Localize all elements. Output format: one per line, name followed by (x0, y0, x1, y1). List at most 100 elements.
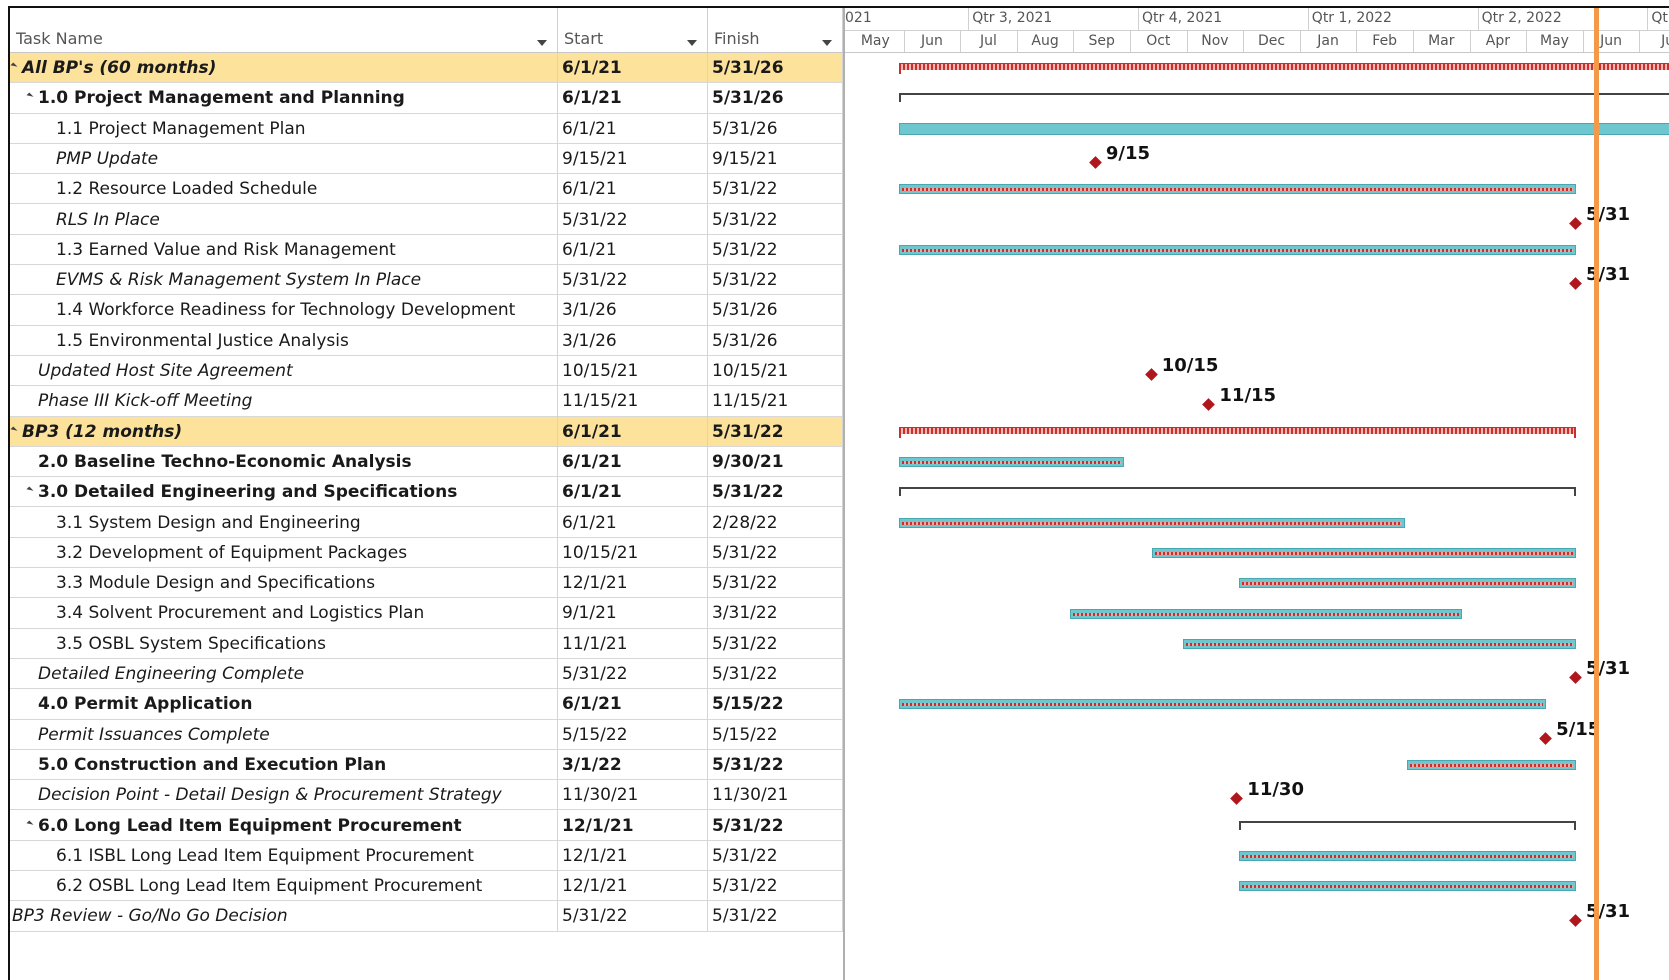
task-name-cell[interactable]: PMP Update (10, 143, 558, 175)
collapse-triangle-icon[interactable] (10, 426, 18, 434)
task-finish-cell[interactable]: 5/31/26 (708, 295, 843, 327)
task-start-cell[interactable]: 3/1/26 (558, 295, 708, 327)
collapse-triangle-icon[interactable] (26, 819, 34, 828)
milestone-diamond[interactable] (1144, 368, 1158, 382)
task-name-cell[interactable]: Permit Issuances Complete (10, 719, 558, 751)
task-name-cell[interactable]: 3.4 Solvent Procurement and Logistics Pl… (10, 598, 558, 630)
task-row[interactable]: 1.0 Project Management and Planning 6/1/2… (10, 83, 843, 115)
task-row[interactable]: Phase III Kick-off Meeting 11/15/21 11/15/… (10, 386, 843, 418)
summary-bar[interactable] (898, 63, 1669, 71)
task-row[interactable]: 1.5 Environmental Justice Analysis 3/1/26… (10, 325, 843, 357)
task-name-cell[interactable]: 3.1 System Design and Engineering (10, 507, 558, 539)
task-bar[interactable] (898, 457, 1124, 468)
task-row[interactable]: 5.0 Construction and Execution Plan 3/1/2… (10, 749, 843, 781)
column-header-finish[interactable]: Finish (708, 8, 843, 52)
task-finish-cell[interactable]: 5/15/22 (708, 689, 843, 721)
task-start-cell[interactable]: 12/1/21 (558, 810, 708, 842)
summary-task-bracket[interactable] (898, 93, 1669, 103)
task-row[interactable]: 3.0 Detailed Engineering and Specificati… (10, 477, 843, 509)
task-name-cell[interactable]: Detailed Engineering Complete (10, 659, 558, 690)
task-row[interactable]: 6.0 Long Lead Item Equipment Procurement… (10, 810, 843, 842)
task-name-cell[interactable]: 6.2 OSBL Long Lead Item Equipment Procur… (10, 871, 558, 903)
summary-bar[interactable] (898, 426, 1576, 434)
task-row[interactable]: 4.0 Permit Application 6/1/21 5/15/22 (10, 689, 843, 721)
task-start-cell[interactable]: 10/15/21 (558, 537, 708, 569)
task-name-cell[interactable]: 6.0 Long Lead Item Equipment Procurement (10, 810, 558, 842)
task-finish-cell[interactable]: 5/31/22 (708, 174, 843, 206)
task-row[interactable]: 3.4 Solvent Procurement and Logistics Pl… (10, 598, 843, 630)
task-finish-cell[interactable]: 5/31/22 (708, 568, 843, 600)
task-start-cell[interactable]: 3/1/26 (558, 325, 708, 357)
task-finish-cell[interactable]: 5/31/22 (708, 749, 843, 781)
filter-dropdown-icon[interactable] (822, 40, 832, 46)
task-start-cell[interactable]: 10/15/21 (558, 356, 708, 387)
column-header-task-name[interactable]: Task Name (10, 8, 558, 52)
task-finish-cell[interactable]: 5/31/26 (708, 113, 843, 145)
task-name-cell[interactable]: 6.1 ISBL Long Lead Item Equipment Procur… (10, 840, 558, 872)
task-row[interactable]: RLS In Place 5/31/22 5/31/22 (10, 204, 843, 236)
task-name-cell[interactable]: Phase III Kick-off Meeting (10, 386, 558, 418)
task-start-cell[interactable]: 3/1/22 (558, 749, 708, 781)
task-finish-cell[interactable]: 5/31/22 (708, 204, 843, 236)
task-name-cell[interactable]: 1.2 Resource Loaded Schedule (10, 174, 558, 206)
task-start-cell[interactable]: 5/31/22 (558, 659, 708, 690)
task-finish-cell[interactable]: 3/31/22 (708, 598, 843, 630)
task-finish-cell[interactable]: 9/15/21 (708, 143, 843, 175)
task-finish-cell[interactable]: 5/31/22 (708, 234, 843, 266)
task-start-cell[interactable]: 5/31/22 (558, 265, 708, 297)
task-row[interactable]: Permit Issuances Complete 5/15/22 5/15/22 (10, 719, 843, 751)
task-name-cell[interactable]: All BP's (60 months) (10, 53, 558, 84)
task-bar[interactable] (898, 699, 1547, 710)
task-bar[interactable] (1183, 638, 1576, 649)
task-name-cell[interactable]: 4.0 Permit Application (10, 689, 558, 721)
task-row[interactable]: BP3 (12 months) 6/1/21 5/31/22 (10, 416, 843, 448)
task-start-cell[interactable]: 5/31/22 (558, 901, 708, 933)
task-start-cell[interactable]: 11/30/21 (558, 780, 708, 812)
task-finish-cell[interactable]: 5/15/22 (708, 719, 843, 751)
task-start-cell[interactable]: 6/1/21 (558, 477, 708, 509)
task-start-cell[interactable]: 5/31/22 (558, 204, 708, 236)
task-name-cell[interactable]: 1.4 Workforce Readiness for Technology D… (10, 295, 558, 327)
task-finish-cell[interactable]: 5/31/26 (708, 53, 843, 84)
task-bar[interactable] (1151, 547, 1576, 558)
task-row[interactable]: 3.3 Module Design and Specifications 12/1… (10, 568, 843, 600)
task-bar[interactable] (1406, 760, 1576, 771)
task-start-cell[interactable]: 12/1/21 (558, 568, 708, 600)
collapse-triangle-icon[interactable] (26, 486, 34, 494)
task-row[interactable]: 1.4 Workforce Readiness for Technology D… (10, 295, 843, 327)
task-name-cell[interactable]: 3.0 Detailed Engineering and Specificati… (10, 477, 558, 509)
task-finish-cell[interactable]: 2/28/22 (708, 507, 843, 539)
task-start-cell[interactable]: 5/15/22 (558, 719, 708, 751)
collapse-triangle-icon[interactable] (26, 92, 34, 100)
task-name-cell[interactable]: EVMS & Risk Management System In Place (10, 265, 558, 297)
task-row[interactable]: EVMS & Risk Management System In Place 5/… (10, 265, 843, 297)
task-row[interactable]: PMP Update 9/15/21 9/15/21 (10, 143, 843, 175)
task-row[interactable]: 3.1 System Design and Engineering 6/1/21 2… (10, 507, 843, 539)
task-bar[interactable] (1239, 578, 1576, 589)
milestone-diamond[interactable] (1202, 398, 1216, 412)
task-name-cell[interactable]: 2.0 Baseline Techno-Economic Analysis (10, 446, 558, 478)
task-finish-cell[interactable]: 5/31/22 (708, 265, 843, 297)
task-start-cell[interactable]: 12/1/21 (558, 840, 708, 872)
task-row[interactable]: 1.3 Earned Value and Risk Management 6/1/… (10, 234, 843, 266)
task-finish-cell[interactable]: 5/31/22 (708, 477, 843, 509)
task-finish-cell[interactable]: 11/15/21 (708, 386, 843, 418)
summary-task-bracket[interactable] (1239, 820, 1576, 830)
task-row[interactable]: 3.5 OSBL System Specifications 11/1/21 5/3… (10, 628, 843, 660)
task-finish-cell[interactable]: 5/31/22 (708, 901, 843, 933)
task-start-cell[interactable]: 6/1/21 (558, 416, 708, 448)
task-bar[interactable] (898, 517, 1405, 528)
task-finish-cell[interactable]: 5/31/22 (708, 628, 843, 660)
task-finish-cell[interactable]: 5/31/22 (708, 810, 843, 842)
milestone-diamond[interactable] (1089, 156, 1102, 169)
task-finish-cell[interactable]: 5/31/22 (708, 659, 843, 690)
task-finish-cell[interactable]: 9/30/21 (708, 446, 843, 478)
task-start-cell[interactable]: 11/1/21 (558, 628, 708, 660)
milestone-diamond[interactable] (1569, 277, 1582, 291)
task-name-cell[interactable]: BP3 Review - Go/No Go Decision (10, 901, 558, 933)
task-row[interactable]: 6.2 OSBL Long Lead Item Equipment Procur… (10, 871, 843, 903)
task-bar[interactable] (1069, 608, 1463, 619)
task-finish-cell[interactable]: 11/30/21 (708, 780, 843, 812)
task-start-cell[interactable]: 12/1/21 (558, 871, 708, 903)
milestone-diamond[interactable] (1569, 913, 1582, 927)
